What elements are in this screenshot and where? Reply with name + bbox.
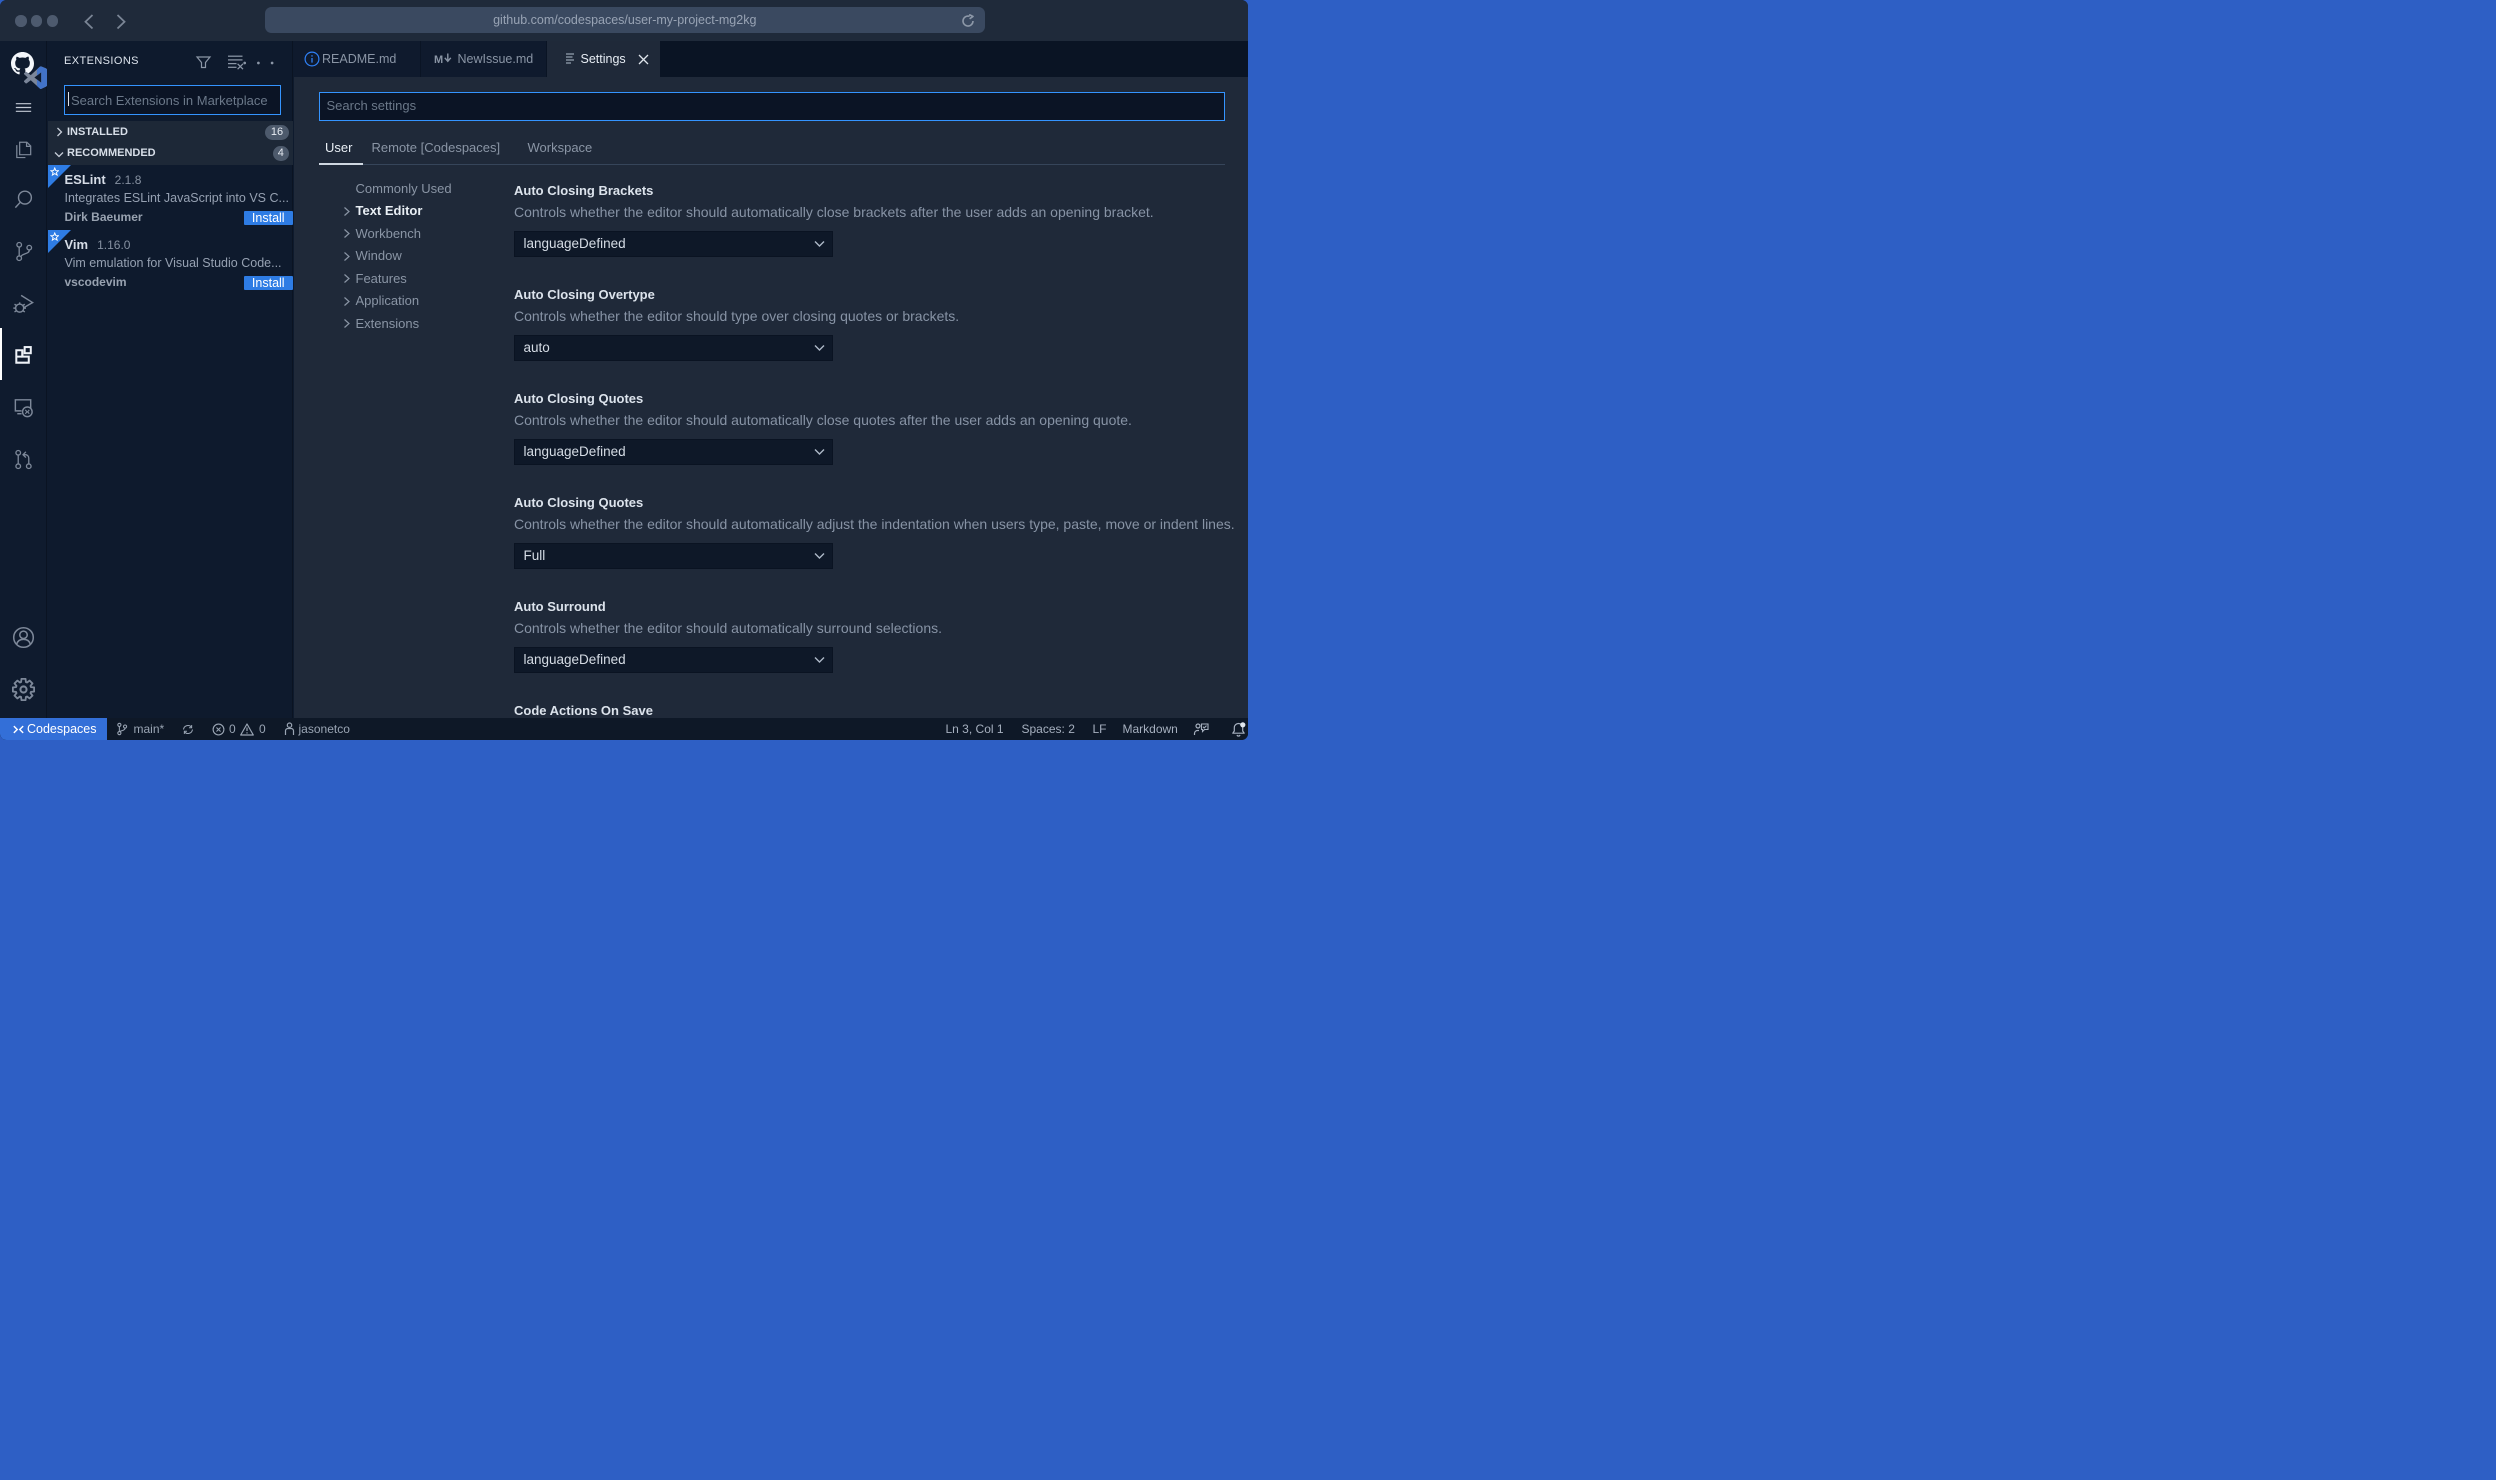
svg-text:M: M (434, 54, 443, 65)
